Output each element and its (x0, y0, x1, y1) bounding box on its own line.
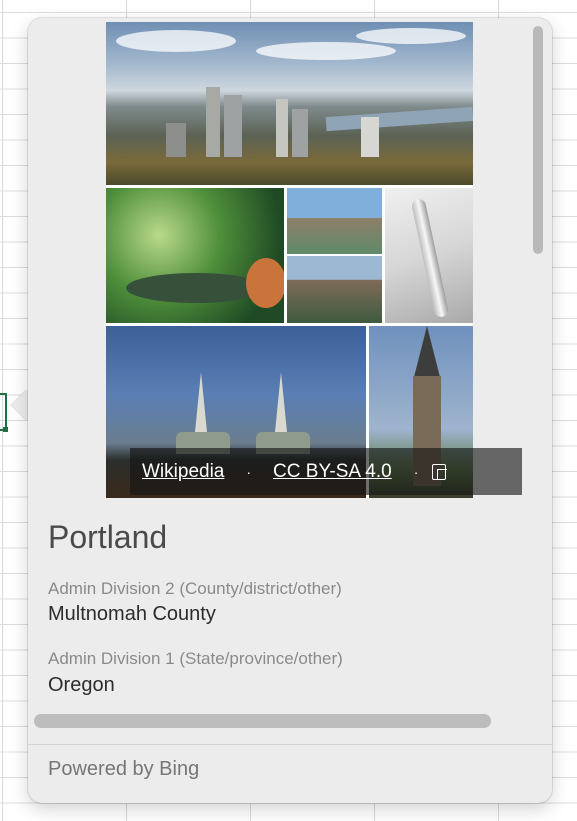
sculpture-image (385, 188, 473, 323)
data-type-card: Wikipedia · CC BY-SA 4.0 · Portland Admi… (28, 18, 552, 803)
japanese-garden-image (106, 188, 284, 323)
separator-dot: · (413, 463, 419, 480)
vertical-scrollbar-thumb[interactable] (533, 26, 543, 254)
license-link[interactable]: CC BY-SA 4.0 (273, 461, 392, 483)
fill-handle[interactable] (3, 427, 8, 432)
expand-icon[interactable] (432, 463, 448, 480)
horizontal-scrollbar-thumb[interactable] (34, 714, 491, 728)
powered-by-bing: Powered by Bing (48, 758, 200, 780)
city-skyline-image (106, 22, 473, 185)
image-attribution-bar: Wikipedia · CC BY-SA 4.0 · (130, 448, 522, 495)
place-title: Portland (48, 519, 168, 555)
separator-dot: · (246, 463, 252, 480)
waterfront-buildings-image (287, 188, 382, 254)
admin-division-2-value[interactable]: Multnomah County (48, 603, 216, 626)
admin-division-1-label: Admin Division 1 (State/province/other) (48, 649, 343, 668)
admin-division-1-value[interactable]: Oregon (48, 674, 115, 697)
admin-division-2-label: Admin Division 2 (County/district/other) (48, 579, 342, 598)
selected-cell[interactable] (0, 393, 8, 432)
image-collage[interactable] (106, 22, 473, 498)
footer-divider (28, 744, 552, 745)
street-buildings-image (287, 256, 382, 323)
wikipedia-link[interactable]: Wikipedia (142, 461, 224, 483)
